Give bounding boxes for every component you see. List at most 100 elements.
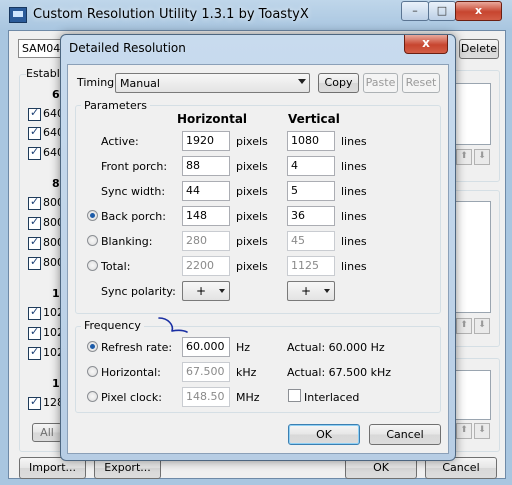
total-radio[interactable] xyxy=(87,260,98,271)
resolution-checkbox[interactable] xyxy=(28,195,41,210)
paste-button[interactable]: Paste xyxy=(363,73,398,93)
timing-label: Timing: xyxy=(77,76,118,89)
dialog-cancel-button[interactable]: Cancel xyxy=(369,424,441,445)
v-blanking-input[interactable]: 45 xyxy=(287,231,335,251)
resolution-checkbox[interactable] xyxy=(28,235,41,250)
resolution-checkbox[interactable] xyxy=(28,106,41,121)
select-all-button[interactable]: All xyxy=(32,423,62,442)
v-unit-label: lines xyxy=(341,235,367,248)
h-total-input[interactable]: 2200 xyxy=(182,256,230,276)
main-titlebar: Custom Resolution Utility 1.3.1 by Toast… xyxy=(0,0,512,30)
v-active-input[interactable]: 1080 xyxy=(287,131,335,151)
detailed-resolution-dialog: Detailed Resolution x Timing: Manual Cop… xyxy=(60,34,456,461)
v-unit-label: lines xyxy=(341,260,367,273)
vertical-header: Vertical xyxy=(288,112,340,126)
app-icon xyxy=(9,7,27,23)
v-sync-polarity-select[interactable]: + xyxy=(287,281,335,301)
dialog-ok-button[interactable]: OK xyxy=(288,424,360,445)
h-sync-width-input[interactable]: 44 xyxy=(182,181,230,201)
pixel-clock-label: Pixel clock: xyxy=(101,391,162,404)
refresh-rate-unit: Hz xyxy=(236,341,251,354)
detailed-resolutions-list[interactable] xyxy=(455,83,491,145)
v-unit-label: lines xyxy=(341,210,367,223)
established-resolutions-label: Establi xyxy=(26,67,63,80)
h-back-porch-input[interactable]: 148 xyxy=(182,206,230,226)
front-porch-label: Front porch: xyxy=(101,160,168,173)
chevron-down-icon xyxy=(298,79,306,84)
h-unit-label: pixels xyxy=(236,135,268,148)
annotation-path xyxy=(158,317,188,333)
horizontal-header: Horizontal xyxy=(177,112,248,126)
total-label: Total: xyxy=(101,260,131,273)
horizontal-frequency-label: Horizontal: xyxy=(101,366,161,379)
h-unit-label: pixels xyxy=(236,235,268,248)
chevron-down-icon xyxy=(219,289,225,293)
blanking-radio[interactable] xyxy=(87,235,98,246)
horizontal-frequency-unit: kHz xyxy=(236,366,257,379)
refresh-rate-input[interactable]: 60.000 xyxy=(182,337,230,357)
v-front-porch-input[interactable]: 4 xyxy=(287,156,335,176)
maximize-button[interactable]: □ xyxy=(428,1,456,21)
main-close-button[interactable]: x xyxy=(455,1,502,21)
copy-button[interactable]: Copy xyxy=(318,73,359,93)
sync-polarity-label: Sync polarity: xyxy=(101,285,176,298)
v-total-input[interactable]: 1125 xyxy=(287,256,335,276)
resolution-checkbox[interactable] xyxy=(28,305,41,320)
h-sync-polarity-select[interactable]: + xyxy=(182,281,230,301)
blanking-label: Blanking: xyxy=(101,235,153,248)
parameters-group-title: Parameters xyxy=(81,99,150,112)
resolution-checkbox[interactable] xyxy=(28,145,41,160)
v-unit-label: lines xyxy=(341,135,367,148)
main-window-title: Custom Resolution Utility 1.3.1 by Toast… xyxy=(33,7,309,22)
timing-select-value: Manual xyxy=(120,77,160,90)
horizontal-frequency-radio[interactable] xyxy=(87,366,98,377)
resolution-checkbox[interactable] xyxy=(28,125,41,140)
active-label: Active: xyxy=(101,135,139,148)
move-down-button[interactable]: ⬇ xyxy=(474,149,490,165)
v-unit-label: lines xyxy=(341,185,367,198)
chevron-down-icon xyxy=(324,289,330,293)
h-unit-label: pixels xyxy=(236,160,268,173)
move-up-button[interactable]: ⬆ xyxy=(456,318,472,334)
move-up-button[interactable]: ⬆ xyxy=(456,423,472,439)
horizontal-frequency-input[interactable]: 67.500 xyxy=(182,362,230,382)
h-blanking-input[interactable]: 280 xyxy=(182,231,230,251)
h-unit-label: pixels xyxy=(236,185,268,198)
resolution-checkbox[interactable] xyxy=(28,395,41,410)
interlaced-checkbox[interactable] xyxy=(288,389,301,402)
timing-select[interactable]: Manual xyxy=(115,73,310,93)
dialog-close-button[interactable]: x xyxy=(404,35,448,54)
pixel-clock-input[interactable]: 148.50 xyxy=(182,387,230,407)
v-sync-width-input[interactable]: 5 xyxy=(287,181,335,201)
resolution-checkbox[interactable] xyxy=(28,215,41,230)
h-unit-label: pixels xyxy=(236,260,268,273)
horizontal-frequency-actual: Actual: 67.500 kHz xyxy=(287,366,392,379)
interlaced-label: Interlaced xyxy=(304,391,360,404)
h-front-porch-input[interactable]: 88 xyxy=(182,156,230,176)
pixel-clock-unit: MHz xyxy=(236,391,260,404)
resolution-checkbox[interactable] xyxy=(28,255,41,270)
move-down-button[interactable]: ⬇ xyxy=(474,423,490,439)
resolution-checkbox[interactable] xyxy=(28,345,41,360)
dialog-client-area: Timing: Manual Copy Paste Reset Paramete… xyxy=(67,64,449,454)
standard-resolutions-list[interactable] xyxy=(455,201,491,313)
extension-blocks-list[interactable] xyxy=(455,370,491,420)
minimize-button[interactable]: – xyxy=(401,1,429,21)
frequency-group-title: Frequency xyxy=(81,319,144,332)
move-down-button[interactable]: ⬇ xyxy=(474,318,490,334)
v-back-porch-input[interactable]: 36 xyxy=(287,206,335,226)
move-up-button[interactable]: ⬆ xyxy=(456,149,472,165)
h-active-input[interactable]: 1920 xyxy=(182,131,230,151)
back-porch-radio[interactable] xyxy=(87,210,98,221)
back-porch-label: Back porch: xyxy=(101,210,166,223)
reset-button[interactable]: Reset xyxy=(402,73,440,93)
resolution-checkbox[interactable] xyxy=(28,325,41,340)
h-sync-polarity-value: + xyxy=(196,284,207,298)
refresh-rate-label: Refresh rate: xyxy=(101,341,173,354)
h-unit-label: pixels xyxy=(236,210,268,223)
v-unit-label: lines xyxy=(341,160,367,173)
pixel-clock-radio[interactable] xyxy=(87,391,98,402)
annotation-stroke xyxy=(158,317,188,333)
refresh-rate-radio[interactable] xyxy=(87,341,98,352)
delete-button[interactable]: Delete xyxy=(459,39,499,59)
